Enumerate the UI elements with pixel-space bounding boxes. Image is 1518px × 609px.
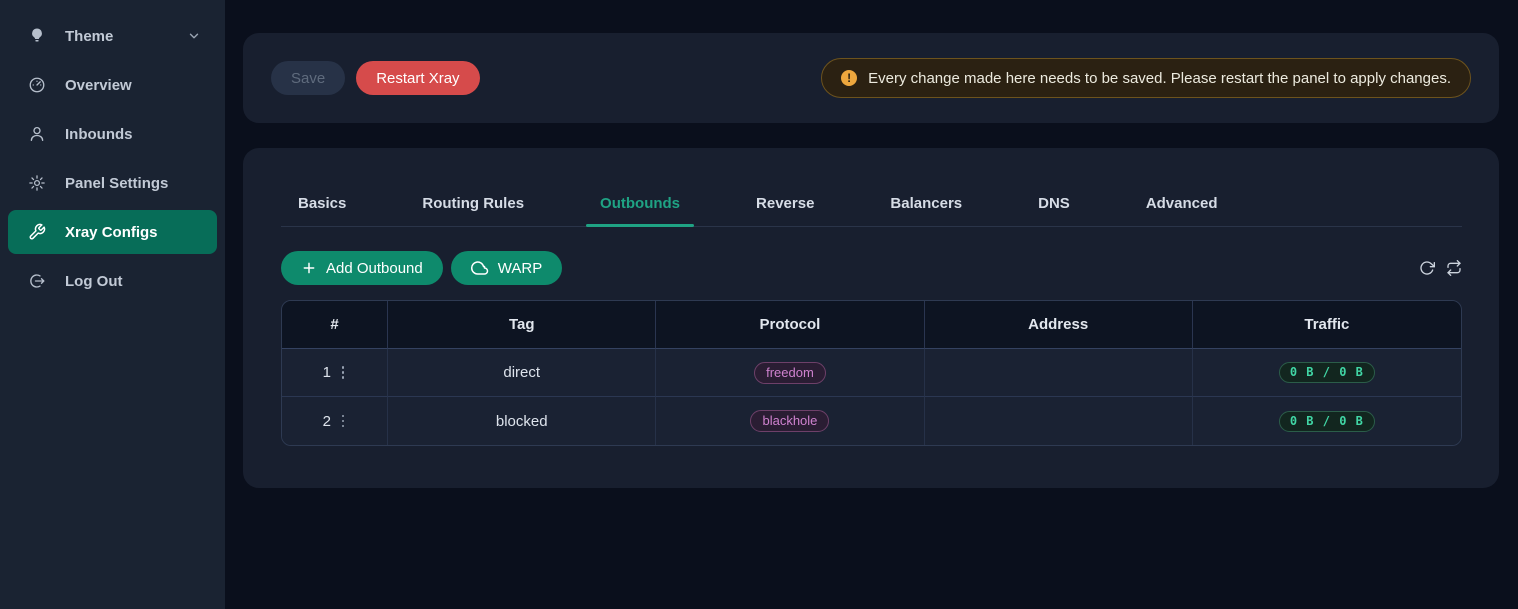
col-header-protocol: Protocol — [656, 301, 924, 349]
tab-reverse[interactable]: Reverse — [754, 181, 816, 226]
plus-icon — [301, 260, 317, 276]
repeat-icon[interactable] — [1446, 260, 1462, 276]
sidebar-item-panel-settings[interactable]: Panel Settings — [8, 161, 217, 205]
dashboard-icon — [28, 76, 46, 94]
tab-outbounds[interactable]: Outbounds — [598, 181, 682, 226]
col-header-address: Address — [925, 301, 1193, 349]
sidebar-item-inbounds[interactable]: Inbounds — [8, 112, 217, 156]
sidebar-item-overview[interactable]: Overview — [8, 63, 217, 107]
sidebar-item-label: Log Out — [65, 273, 122, 290]
xray-config-card: Basics Routing Rules Outbounds Reverse B… — [243, 148, 1499, 488]
user-icon — [28, 125, 46, 143]
refresh-icon[interactable] — [1419, 260, 1435, 276]
row-tag: direct — [388, 349, 656, 397]
sidebar-item-theme[interactable]: Theme — [8, 14, 217, 58]
save-button[interactable]: Save — [271, 61, 345, 95]
main-content: Save Restart Xray ! Every change made he… — [225, 0, 1518, 609]
sidebar: Theme Overview Inbounds Panel Settings X… — [0, 0, 225, 609]
alert-message: Every change made here needs to be saved… — [868, 70, 1451, 87]
col-header-tag: Tag — [388, 301, 656, 349]
tab-dns[interactable]: DNS — [1036, 181, 1072, 226]
sidebar-item-label: Theme — [65, 28, 113, 45]
protocol-badge: freedom — [754, 362, 826, 384]
traffic-badge: 0 B / 0 B — [1279, 411, 1375, 432]
tab-advanced[interactable]: Advanced — [1144, 181, 1220, 226]
sidebar-item-label: Xray Configs — [65, 224, 158, 241]
tab-balancers[interactable]: Balancers — [888, 181, 964, 226]
warning-circle-icon: ! — [841, 70, 857, 86]
row-menu-icon[interactable] — [340, 364, 347, 381]
protocol-badge: blackhole — [750, 410, 829, 432]
row-index: 2 — [323, 413, 331, 430]
tab-routing-rules[interactable]: Routing Rules — [420, 181, 526, 226]
toolbar-card: Save Restart Xray ! Every change made he… — [243, 33, 1499, 123]
row-menu-icon[interactable] — [340, 413, 347, 430]
col-header-index: # — [282, 301, 388, 349]
traffic-badge: 0 B / 0 B — [1279, 362, 1375, 383]
table-header-row: # Tag Protocol Address Traffic — [282, 301, 1461, 349]
chevron-down-icon — [187, 29, 201, 43]
gear-icon — [28, 174, 46, 192]
sidebar-item-label: Panel Settings — [65, 175, 168, 192]
logout-icon — [28, 272, 46, 290]
sidebar-item-label: Overview — [65, 77, 132, 94]
row-index: 1 — [323, 364, 331, 381]
restart-xray-button[interactable]: Restart Xray — [356, 61, 479, 95]
add-outbound-button[interactable]: Add Outbound — [281, 251, 443, 285]
outbounds-table: # Tag Protocol Address Traffic 1 direct — [281, 300, 1462, 446]
outbounds-action-row: Add Outbound WARP — [281, 251, 1462, 285]
col-header-traffic: Traffic — [1193, 301, 1461, 349]
bulb-icon — [28, 27, 46, 45]
row-address — [925, 349, 1193, 397]
tab-basics[interactable]: Basics — [296, 181, 348, 226]
table-row: 1 direct freedom 0 B / 0 B — [282, 349, 1461, 397]
table-tools — [1419, 260, 1462, 276]
warp-button[interactable]: WARP — [451, 251, 562, 285]
row-address — [925, 397, 1193, 445]
sidebar-item-log-out[interactable]: Log Out — [8, 259, 217, 303]
row-tag: blocked — [388, 397, 656, 445]
sidebar-item-xray-configs[interactable]: Xray Configs — [8, 210, 217, 254]
wrench-icon — [28, 223, 46, 241]
cloud-icon — [471, 259, 489, 277]
config-tabs: Basics Routing Rules Outbounds Reverse B… — [281, 181, 1462, 227]
sidebar-item-label: Inbounds — [65, 126, 133, 143]
table-row: 2 blocked blackhole 0 B / 0 B — [282, 397, 1461, 445]
save-warning-alert: ! Every change made here needs to be sav… — [821, 58, 1471, 98]
